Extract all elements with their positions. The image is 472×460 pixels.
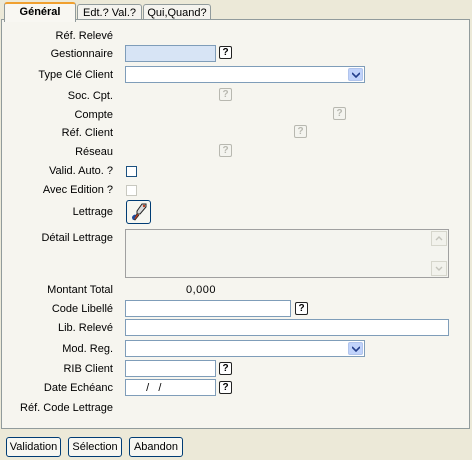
abandon-button[interactable]: Abandon (129, 437, 183, 457)
detail-lettrage-textarea[interactable] (125, 229, 449, 278)
compte-help-button: ? (333, 107, 346, 120)
type-cle-client-select[interactable] (125, 66, 365, 83)
tab-qui-quand[interactable]: Qui,Quand? (143, 4, 211, 20)
avec-edition-checkbox (126, 185, 137, 196)
mod-reg-select[interactable] (125, 340, 365, 357)
valid-auto-label: Valid. Auto. ? (48, 165, 113, 177)
lettrage-label: Lettrage (72, 206, 113, 218)
ref-releve-label: Réf. Relevé (55, 30, 113, 42)
soc-cpt-help-button: ? (219, 88, 232, 101)
validation-button[interactable]: Validation (6, 437, 61, 457)
code-libelle-label: Code Libellé (51, 303, 113, 315)
chevron-down-icon[interactable] (348, 68, 363, 81)
code-libelle-input[interactable] (125, 300, 291, 317)
tab-edition-validation[interactable]: Edt.? Val.? (77, 4, 142, 20)
detail-lettrage-label: Détail Lettrage (41, 232, 113, 244)
ref-client-label: Réf. Client (61, 127, 113, 139)
avec-edition-label: Avec Edition ? (42, 184, 113, 196)
reseau-help-button: ? (219, 144, 232, 157)
date-echeance-help-button[interactable]: ? (219, 381, 232, 394)
scroll-up-button[interactable] (431, 231, 447, 246)
gestionnaire-label: Gestionnaire (50, 48, 113, 60)
ref-code-lettrage-label: Réf. Code Lettrage (20, 402, 113, 414)
reseau-label: Réseau (75, 146, 113, 158)
code-libelle-help-button[interactable]: ? (295, 302, 308, 315)
date-echeance-label: Date Echéanc (43, 382, 113, 394)
lib-releve-label: Lib. Relevé (57, 322, 113, 334)
rib-client-input[interactable] (125, 360, 216, 377)
montant-total-label: Montant Total (47, 284, 113, 296)
date-echeance-value: / / (140, 382, 162, 394)
valid-auto-checkbox[interactable] (126, 166, 137, 177)
soc-cpt-label: Soc. Cpt. (67, 90, 113, 102)
ref-client-help-button: ? (294, 125, 307, 138)
rib-client-label: RIB Client (63, 363, 113, 375)
scroll-down-button[interactable] (431, 261, 447, 276)
gestionnaire-help-button[interactable]: ? (219, 46, 232, 59)
mod-reg-label: Mod. Reg. (62, 343, 113, 355)
tab-general[interactable]: Général (4, 2, 76, 22)
chevron-up-icon (435, 236, 443, 241)
lettrage-button[interactable] (126, 200, 151, 224)
date-echeance-input[interactable]: / / (125, 379, 216, 396)
rib-client-help-button[interactable]: ? (219, 362, 232, 375)
gestionnaire-input[interactable] (125, 45, 216, 62)
chevron-down-icon[interactable] (348, 342, 363, 355)
lib-releve-input[interactable] (125, 319, 449, 336)
type-cle-client-label: Type Clé Client (38, 69, 113, 81)
chevron-down-icon (435, 266, 443, 271)
montant-total-value: 0,000 (186, 284, 217, 296)
selection-button[interactable]: Sélection (68, 437, 122, 457)
brush-icon (132, 203, 147, 221)
compte-label: Compte (74, 109, 113, 121)
